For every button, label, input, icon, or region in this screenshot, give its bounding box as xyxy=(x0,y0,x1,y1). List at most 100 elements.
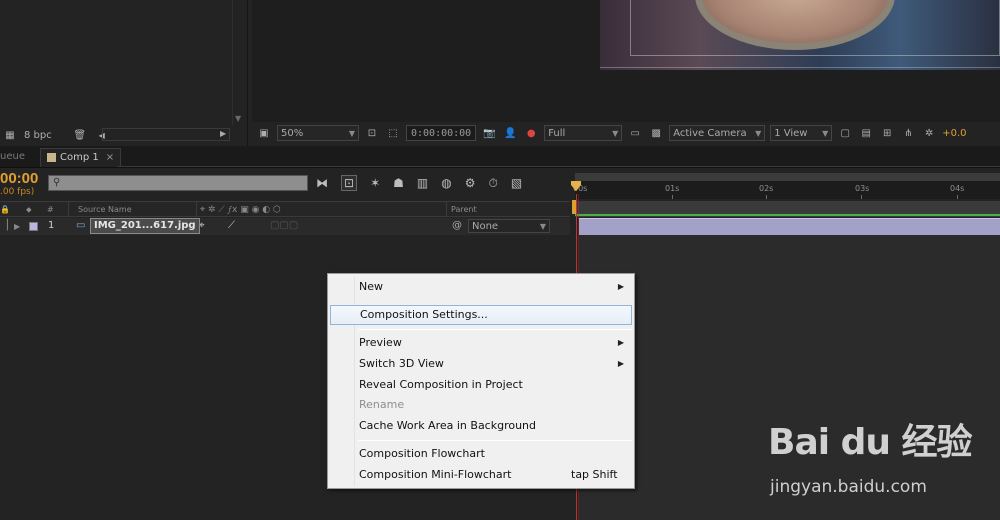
transparency-icon[interactable]: ▩ xyxy=(648,126,664,140)
layer-visibility-icon[interactable]: ▕ xyxy=(0,220,8,231)
work-area-bar[interactable] xyxy=(575,201,1000,217)
bit-depth-button[interactable]: 8 bpc xyxy=(24,130,52,141)
menu-item-label: New xyxy=(359,280,383,293)
layer-switch-boxes[interactable]: ▢▢▢ xyxy=(270,220,298,231)
after-effects-window: ▼ ▦ 8 bpc 🗑 ◀ ▶ ▣ 50% ▼ ⊡ ⬚ 0:00:00:00 📷 … xyxy=(0,0,1000,520)
resolution-value: Full xyxy=(548,127,566,139)
exposure-value[interactable]: +0.0 xyxy=(942,128,966,139)
layer-label-color[interactable] xyxy=(29,222,38,231)
menu-separator xyxy=(358,440,632,441)
menu-item-cache-work-area[interactable]: Cache Work Area in Background xyxy=(328,416,634,436)
viewer-timecode[interactable]: 0:00:00:00 xyxy=(406,125,477,141)
time-navigator-track[interactable] xyxy=(575,173,1000,181)
panel-tab-bar xyxy=(0,146,1000,168)
menu-item-switch-3d-view[interactable]: Switch 3D View ▶ xyxy=(328,354,634,374)
pick-whip-icon[interactable]: @ xyxy=(452,220,462,231)
menu-item-shortcut: tap Shift xyxy=(571,468,618,481)
layer-source-name[interactable]: IMG_201...617.jpg xyxy=(90,218,200,234)
motion-blur-icon[interactable]: ◍ xyxy=(441,176,451,190)
work-area-indicator xyxy=(575,214,1000,216)
ruler-tick xyxy=(766,195,767,199)
menu-item-label: Rename xyxy=(359,398,405,411)
chevron-down-icon: ▼ xyxy=(755,128,762,138)
flowchart-icon[interactable]: ▦ xyxy=(2,128,18,142)
quality-switch-icon[interactable]: ⟋ xyxy=(228,220,235,231)
layer-duration-bar[interactable] xyxy=(579,218,1000,235)
graph-editor-icon[interactable]: ▧ xyxy=(511,176,522,190)
snapshot-camera-icon[interactable]: 📷 xyxy=(481,126,497,140)
menu-item-label: Reveal Composition in Project xyxy=(359,378,523,391)
ruler-tick xyxy=(672,195,673,199)
current-time-display[interactable]: 00:00 xyxy=(0,170,38,187)
project-panel-hscrollbar[interactable] xyxy=(102,128,230,141)
project-panel-scrollbar[interactable]: ▼ xyxy=(232,0,246,125)
tab-render-queue[interactable]: ueue xyxy=(0,148,25,166)
channel-color-icon[interactable]: ● xyxy=(523,126,539,140)
expand-arrow-icon[interactable]: ▶ xyxy=(14,222,20,231)
view-layout-value: 1 View xyxy=(774,127,808,139)
menu-separator xyxy=(358,329,632,330)
menu-item-composition-flowchart[interactable]: Composition Flowchart xyxy=(328,444,634,464)
show-snapshot-icon[interactable]: 👤 xyxy=(502,126,518,140)
comp-mini-flowchart-icon[interactable]: ⧓ xyxy=(316,176,328,190)
lock-icon[interactable]: 🔒 xyxy=(0,205,10,214)
watermark-logo-text: Bai du 经验 xyxy=(768,422,973,463)
column-parent[interactable]: Parent xyxy=(451,205,477,214)
camera-dropdown[interactable]: Active Camera ▼ xyxy=(669,125,766,141)
submenu-arrow-icon: ▶ xyxy=(617,338,624,347)
menu-item-label: Composition Flowchart xyxy=(359,447,485,460)
shy-layers-icon[interactable]: ☗ xyxy=(393,176,404,190)
trash-icon[interactable]: 🗑 xyxy=(72,128,88,142)
scroll-down-icon[interactable]: ▼ xyxy=(235,114,241,123)
time-ruler[interactable] xyxy=(575,173,1000,199)
baidu-watermark-url: jingyan.baidu.com xyxy=(770,477,927,497)
render-3d-icon[interactable]: ▤ xyxy=(858,126,874,140)
layer-column-header: 🔒 ⬥ # Source Name ⌖ ✲ ⟋ 𝑓x ▣ ◉ ◐ ⬡ Paren… xyxy=(0,201,570,217)
view-layout-dropdown[interactable]: 1 View ▼ xyxy=(770,125,833,141)
ruler-tick-label: 02s xyxy=(759,184,774,193)
submenu-arrow-icon: ▶ xyxy=(617,359,624,368)
timeline-switches-toolbar: ⧓ ⊡ ✶ ☗ ▥ ◍ ⚙ ⏱ ▧ xyxy=(316,173,522,193)
close-icon[interactable]: × xyxy=(106,152,114,167)
viewer-toolbar: ▣ 50% ▼ ⊡ ⬚ 0:00:00:00 📷 👤 ● Full ▼ ▭ ▩ Ac… xyxy=(252,122,1000,144)
exposure-icon[interactable]: ✲ xyxy=(921,126,937,140)
ruler-tick xyxy=(861,195,862,199)
layer-search-input[interactable]: ⚲ xyxy=(48,175,308,191)
menu-item-rename: Rename xyxy=(328,395,634,415)
draft-3d-icon[interactable]: ✶ xyxy=(370,176,380,190)
tab-comp-1[interactable]: Comp 1 × xyxy=(40,148,122,167)
menu-item-composition-settings[interactable]: Composition Settings... xyxy=(330,305,632,325)
shy-switch-icon[interactable]: ⌖ xyxy=(199,220,205,231)
camera-value: Active Camera xyxy=(673,127,747,139)
region-of-interest-icon[interactable]: ⊡ xyxy=(364,126,380,140)
always-preview-icon[interactable]: ▣ xyxy=(256,126,272,140)
live-update-icon[interactable]: ⊡ xyxy=(341,175,358,191)
resolution-dropdown[interactable]: Full ▼ xyxy=(544,125,623,141)
menu-item-reveal-composition[interactable]: Reveal Composition in Project xyxy=(328,375,634,395)
flowchart-view-icon[interactable]: ⋔ xyxy=(900,126,916,140)
transparency-grid-icon[interactable]: ⬚ xyxy=(385,126,401,140)
chevron-down-icon: ▼ xyxy=(348,128,355,138)
layer-index: 1 xyxy=(48,220,55,231)
auto-keyframe-icon[interactable]: ⏱ xyxy=(488,176,497,191)
column-source-name[interactable]: Source Name xyxy=(78,205,132,214)
menu-item-composition-mini-flowchart[interactable]: Composition Mini-Flowchart tap Shift xyxy=(328,465,634,485)
scroll-right-icon[interactable]: ▶ xyxy=(220,129,226,138)
label-tag-icon[interactable]: ⬥ xyxy=(26,205,32,215)
zoom-dropdown[interactable]: 50% ▼ xyxy=(277,125,359,141)
menu-item-preview[interactable]: Preview ▶ xyxy=(328,333,634,353)
chevron-down-icon: ▼ xyxy=(539,221,546,231)
parent-value: None xyxy=(472,220,499,232)
fast-previews-icon[interactable]: ▭ xyxy=(627,126,643,140)
action-safe-guide xyxy=(600,0,1000,68)
chevron-down-icon: ▼ xyxy=(822,128,829,138)
ruler-tick-label: 03s xyxy=(855,184,870,193)
image-file-icon: ▭ xyxy=(76,220,86,231)
frame-blending-icon[interactable]: ▥ xyxy=(417,176,428,190)
toggle-pixel-aspect-icon[interactable]: ▢ xyxy=(837,126,853,140)
menu-item-label: Cache Work Area in Background xyxy=(359,419,537,432)
menu-item-new[interactable]: New ▶ xyxy=(328,277,634,297)
timeline-panel-icon[interactable]: ⊞ xyxy=(879,126,895,140)
brainstorm-icon[interactable]: ⚙ xyxy=(465,176,476,190)
parent-dropdown[interactable]: None ▼ xyxy=(468,219,550,233)
